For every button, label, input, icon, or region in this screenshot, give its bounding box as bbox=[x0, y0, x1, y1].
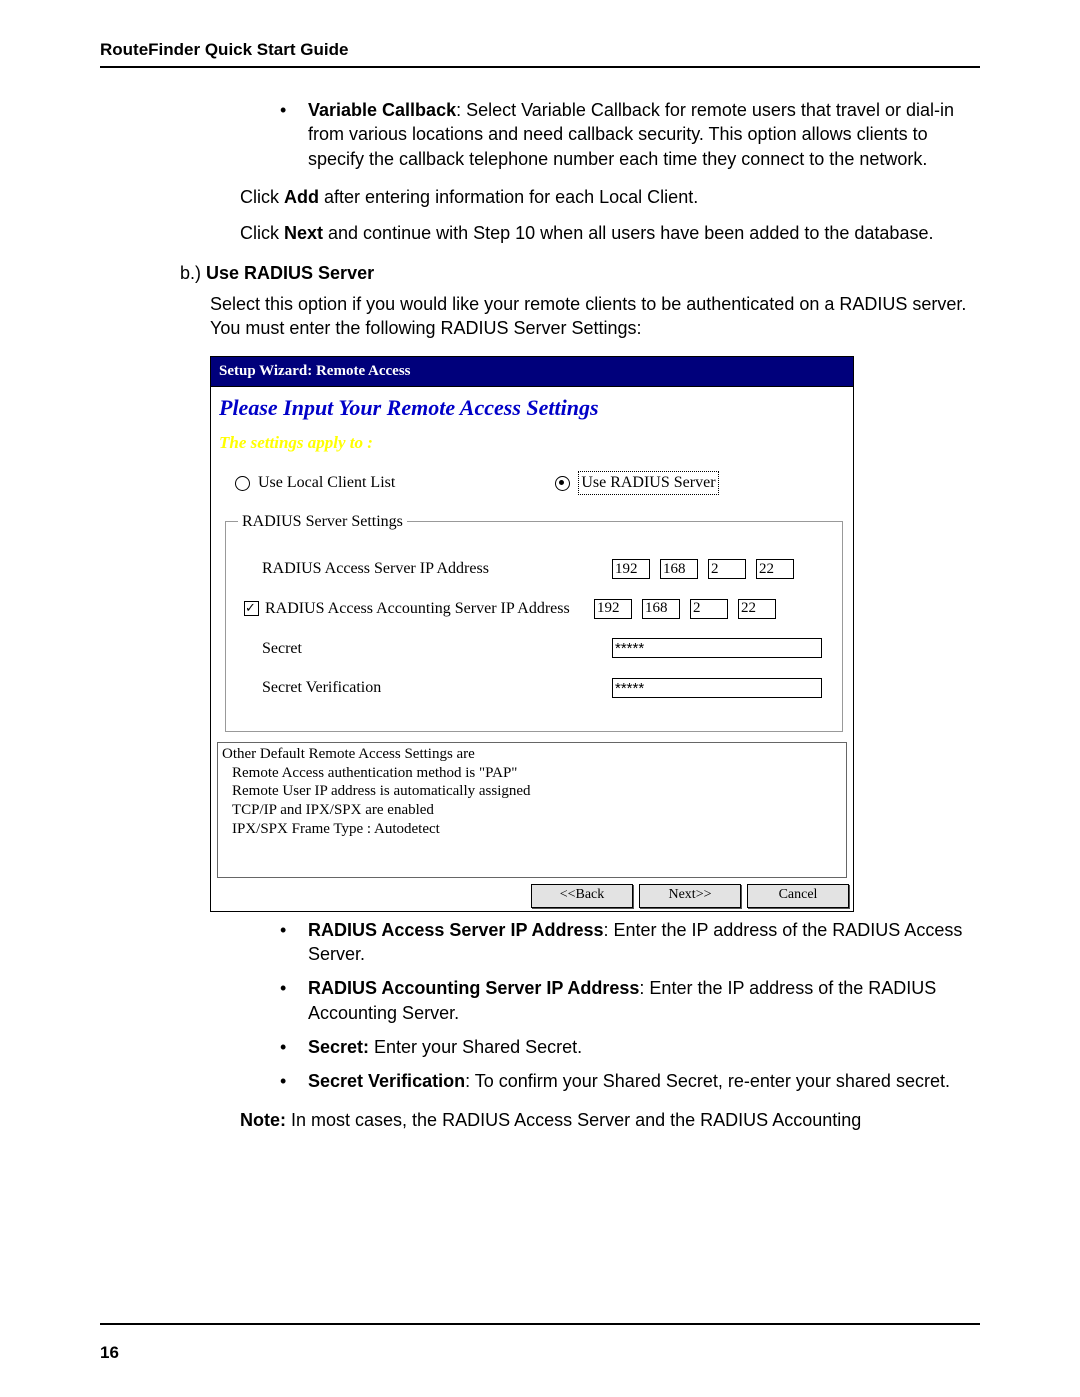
doc-header: RouteFinder Quick Start Guide bbox=[100, 40, 980, 64]
bullet-title: Variable Callback bbox=[308, 100, 456, 120]
wizard-subheading: The settings apply to : bbox=[211, 422, 853, 463]
secret-verification-label: Secret Verification bbox=[238, 677, 612, 699]
header-rule bbox=[100, 66, 980, 68]
access-ip-octet-2[interactable] bbox=[660, 559, 698, 579]
access-ip-octet-1[interactable] bbox=[612, 559, 650, 579]
info-line: TCP/IP and IPX/SPX are enabled bbox=[222, 801, 842, 820]
accounting-server-checkbox[interactable] bbox=[244, 601, 259, 616]
access-server-ip-label: RADIUS Access Server IP Address bbox=[238, 558, 612, 580]
bullet-text: Enter your Shared Secret. bbox=[369, 1037, 582, 1057]
main-content: Variable Callback: Select Variable Callb… bbox=[180, 98, 980, 1132]
section-b-heading: b.) Use RADIUS Server bbox=[180, 261, 980, 285]
prefix: b.) bbox=[180, 263, 206, 283]
note-bold: Note: bbox=[240, 1110, 286, 1130]
bold-text: Next bbox=[284, 223, 323, 243]
variable-callback-bullet: Variable Callback: Select Variable Callb… bbox=[280, 98, 980, 171]
bullet-text: : To confirm your Shared Secret, re-ente… bbox=[465, 1071, 950, 1091]
bullet-title: Secret Verification bbox=[308, 1071, 465, 1091]
text: after entering information for each Loca… bbox=[319, 187, 698, 207]
bullet-title: RADIUS Access Server IP Address bbox=[308, 920, 603, 940]
wizard-heading: Please Input Your Remote Access Settings bbox=[211, 387, 853, 423]
accounting-ip-octet-4[interactable] bbox=[738, 599, 776, 619]
info-line: Remote Access authentication method is "… bbox=[222, 764, 842, 783]
access-ip-octet-3[interactable] bbox=[708, 559, 746, 579]
wizard-title-bar: Setup Wizard: Remote Access bbox=[211, 357, 853, 386]
radio-use-radius-label[interactable]: Use RADIUS Server bbox=[578, 471, 718, 495]
access-ip-octet-4[interactable] bbox=[756, 559, 794, 579]
text: and continue with Step 10 when all users… bbox=[323, 223, 933, 243]
fieldset-legend: RADIUS Server Settings bbox=[238, 511, 407, 533]
accounting-ip-octet-2[interactable] bbox=[642, 599, 680, 619]
bold-text: Add bbox=[284, 187, 319, 207]
accounting-ip-octet-3[interactable] bbox=[690, 599, 728, 619]
lower-bullets: RADIUS Access Server IP Address: Enter t… bbox=[280, 918, 980, 1094]
secret-input[interactable] bbox=[612, 638, 822, 658]
section-b-text: Select this option if you would like you… bbox=[210, 292, 980, 341]
click-next-para: Click Next and continue with Step 10 whe… bbox=[240, 221, 980, 245]
radio-local-client-list[interactable] bbox=[235, 476, 250, 491]
click-add-para: Click Add after entering information for… bbox=[240, 185, 980, 209]
secret-verification-input[interactable] bbox=[612, 678, 822, 698]
text: Click bbox=[240, 187, 284, 207]
info-line: Other Default Remote Access Settings are bbox=[222, 745, 842, 764]
cancel-button[interactable]: Cancel bbox=[747, 884, 849, 908]
info-line: IPX/SPX Frame Type : Autodetect bbox=[222, 820, 842, 839]
bold-title: Use RADIUS Server bbox=[206, 263, 374, 283]
default-settings-info: Other Default Remote Access Settings are… bbox=[217, 742, 847, 878]
setup-wizard-panel: Setup Wizard: Remote Access Please Input… bbox=[210, 356, 854, 911]
footer-rule bbox=[100, 1323, 980, 1325]
info-line: Remote User IP address is automatically … bbox=[222, 782, 842, 801]
radius-settings-fieldset: RADIUS Server Settings RADIUS Access Ser… bbox=[225, 511, 843, 732]
page-number: 16 bbox=[100, 1343, 119, 1363]
radio-local-client-label[interactable]: Use Local Client List bbox=[258, 472, 395, 494]
accounting-server-ip-label: RADIUS Access Accounting Server IP Addre… bbox=[265, 598, 570, 620]
radio-use-radius-server[interactable] bbox=[555, 476, 570, 491]
note-para: Note: In most cases, the RADIUS Access S… bbox=[240, 1108, 980, 1132]
secret-label: Secret bbox=[238, 638, 612, 660]
back-button[interactable]: <<Back bbox=[531, 884, 633, 908]
note-text: In most cases, the RADIUS Access Server … bbox=[286, 1110, 861, 1130]
next-button[interactable]: Next>> bbox=[639, 884, 741, 908]
bullet-title: Secret: bbox=[308, 1037, 369, 1057]
text: Click bbox=[240, 223, 284, 243]
accounting-ip-octet-1[interactable] bbox=[594, 599, 632, 619]
bullet-title: RADIUS Accounting Server IP Address bbox=[308, 978, 639, 998]
